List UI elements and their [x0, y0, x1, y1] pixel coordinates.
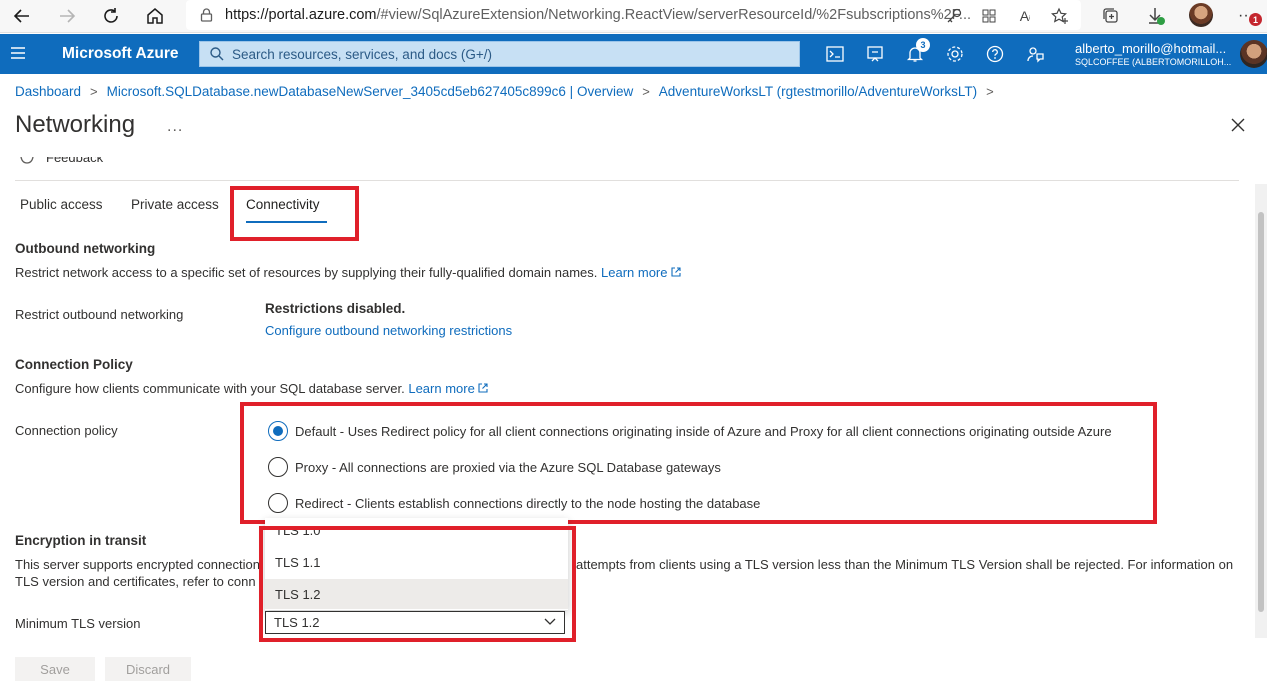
account-info[interactable]: alberto_morillo@hotmail... SQLCOFFEE (AL… — [1075, 41, 1231, 67]
outbound-description: Restrict network access to a specific se… — [15, 265, 681, 280]
encryption-title: Encryption in transit — [15, 533, 147, 548]
feedback-person-icon — [20, 157, 34, 164]
browser-profile-avatar[interactable] — [1189, 3, 1213, 27]
external-link-icon — [671, 267, 681, 277]
azure-brand[interactable]: Microsoft Azure — [62, 45, 179, 63]
search-placeholder: Search resources, services, and docs (G+… — [232, 46, 492, 62]
url-host: https://portal.azure.com — [225, 7, 377, 23]
breadcrumb-database[interactable]: AdventureWorksLT (rgtestmorillo/Adventur… — [659, 84, 977, 99]
chevron-right-icon: > — [986, 84, 994, 99]
forward-icon[interactable] — [55, 4, 79, 28]
more-options-button[interactable]: ... — [167, 118, 183, 136]
account-avatar[interactable] — [1240, 40, 1267, 68]
account-email: alberto_morillo@hotmail... — [1075, 41, 1227, 56]
back-icon[interactable] — [10, 4, 34, 28]
connection-policy-description: Configure how clients communicate with y… — [15, 381, 489, 396]
notifications-icon[interactable]: 3 — [904, 38, 930, 65]
configure-outbound-link[interactable]: Configure outbound networking restrictio… — [265, 323, 512, 338]
outbound-learn-more-link[interactable]: Learn more — [601, 265, 667, 280]
breadcrumb-dashboard[interactable]: Dashboard — [15, 84, 81, 99]
policy-learn-more-link[interactable]: Learn more — [408, 381, 474, 396]
home-icon[interactable] — [143, 4, 167, 28]
menu-alert-badge: 1 — [1249, 13, 1262, 26]
outbound-section-title: Outbound networking — [15, 241, 156, 256]
collections-icon[interactable] — [1099, 4, 1123, 28]
page-title: Networking — [15, 111, 136, 138]
read-aloud-icon[interactable]: Aᵢ — [1013, 4, 1037, 28]
breadcrumb-server-overview[interactable]: Microsoft.SQLDatabase.newDatabaseNewServ… — [107, 84, 634, 99]
cloud-shell-icon[interactable] — [824, 43, 846, 65]
external-link-icon — [478, 383, 489, 393]
connection-policy-label: Connection policy — [15, 423, 118, 438]
notifications-badge: 3 — [916, 38, 930, 52]
toolbar-divider — [15, 180, 1239, 181]
connection-policy-title: Connection Policy — [15, 357, 133, 372]
feedback-label: Feedback — [46, 157, 104, 165]
chevron-right-icon: > — [90, 84, 98, 99]
favorites-icon[interactable] — [1048, 4, 1072, 28]
breadcrumb: Dashboard > Microsoft.SQLDatabase.newDat… — [15, 84, 1003, 99]
feedback-icon[interactable] — [1024, 43, 1046, 65]
search-icon — [210, 47, 224, 61]
chevron-right-icon: > — [642, 84, 650, 99]
discard-button[interactable]: Discard — [105, 657, 191, 681]
apps-icon[interactable] — [977, 4, 1001, 28]
refresh-icon[interactable] — [99, 4, 123, 28]
encryption-description: This server supports encrypted connectio… — [15, 557, 1234, 589]
azure-header: Microsoft Azure Search resources, servic… — [0, 34, 1267, 74]
min-tls-label: Minimum TLS version — [15, 616, 141, 631]
key-icon[interactable] — [942, 4, 966, 28]
tls-dropdown-highlight — [259, 526, 576, 642]
downloads-icon[interactable] — [1144, 4, 1168, 28]
connectivity-tab-highlight — [230, 186, 359, 241]
connection-policy-highlight — [240, 402, 1157, 524]
hamburger-menu-icon[interactable] — [10, 45, 26, 61]
directory-filter-icon[interactable] — [864, 43, 886, 65]
restrictions-status: Restrictions disabled. — [265, 301, 406, 316]
tab-private-access[interactable]: Private access — [131, 197, 219, 212]
browser-toolbar: https://portal.azure.com/#view/SqlAzureE… — [0, 0, 1267, 33]
url-path: /#view/SqlAzureExtension/Networking.Reac… — [376, 7, 972, 23]
close-icon[interactable] — [1230, 117, 1246, 133]
tab-public-access[interactable]: Public access — [20, 197, 103, 212]
global-search-input[interactable]: Search resources, services, and docs (G+… — [199, 41, 800, 67]
account-directory: SQLCOFFEE (ALBERTOMORILLOH... — [1075, 57, 1232, 67]
feedback-button[interactable]: Feedback — [20, 157, 220, 171]
lock-icon — [200, 8, 213, 22]
content-scrollbar[interactable] — [1255, 184, 1267, 638]
help-icon[interactable] — [984, 43, 1006, 65]
save-button[interactable]: Save — [15, 657, 95, 681]
scrollbar-thumb[interactable] — [1258, 212, 1264, 612]
settings-gear-icon[interactable] — [944, 43, 966, 65]
restrict-outbound-label: Restrict outbound networking — [15, 307, 184, 322]
